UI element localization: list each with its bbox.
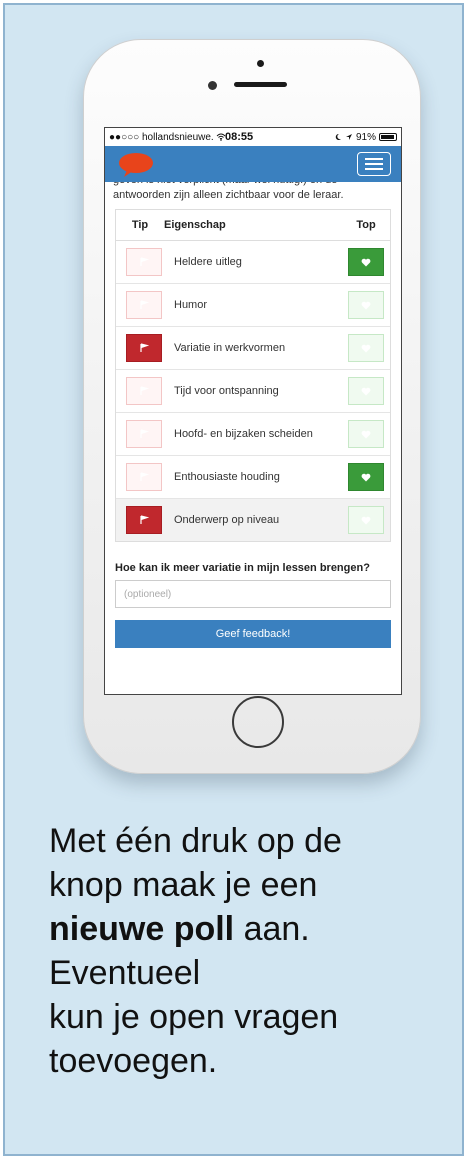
home-button[interactable] xyxy=(232,696,284,748)
flag-icon xyxy=(140,257,149,266)
carrier-label: ●●○○○ hollandsnieuwe. xyxy=(109,131,214,143)
header-tip: Tip xyxy=(131,219,149,231)
heart-icon xyxy=(361,258,371,266)
heart-icon xyxy=(361,301,371,309)
header-eigenschap: Eigenschap xyxy=(164,219,226,231)
caption-line: nieuwe poll aan. xyxy=(49,907,459,951)
property-label: Humor xyxy=(174,299,208,311)
flag-icon xyxy=(140,343,149,352)
open-answer-input[interactable]: (optioneel) xyxy=(115,580,391,608)
property-label: Enthousiaste houding xyxy=(174,471,280,483)
location-icon xyxy=(345,134,352,140)
property-label: Variatie in werkvormen xyxy=(174,342,286,354)
top-button[interactable] xyxy=(348,420,384,448)
caption-text: Met één druk op de knop maak je een nieu… xyxy=(49,819,459,1083)
caption-line: Met één druk op de xyxy=(49,822,342,860)
flag-icon xyxy=(140,429,149,438)
table-header: Tip Eigenschap Top xyxy=(116,210,390,241)
top-button[interactable] xyxy=(348,377,384,405)
hamburger-menu-icon[interactable] xyxy=(357,152,391,176)
caption-line: Eventueel xyxy=(49,954,201,992)
header-top: Top xyxy=(356,219,376,231)
table-row: Enthousiaste houding xyxy=(116,456,390,499)
phone-frame: ●●○○○ hollandsnieuwe. 08:55 91% antwoord… xyxy=(83,39,421,774)
property-label: Heldere uitleg xyxy=(174,256,242,268)
earpiece-speaker xyxy=(234,82,287,87)
top-button[interactable] xyxy=(348,291,384,319)
caption-tail: aan. xyxy=(234,910,310,948)
moon-icon xyxy=(335,133,341,140)
top-button[interactable] xyxy=(348,334,384,362)
input-placeholder: (optioneel) xyxy=(124,588,172,600)
front-sensor xyxy=(257,60,264,67)
flag-icon xyxy=(140,472,149,481)
tip-button[interactable] xyxy=(126,291,162,319)
table-row: Tijd voor ontspanning xyxy=(116,370,390,413)
property-label: Onderwerp op niveau xyxy=(174,514,280,526)
top-navbar xyxy=(105,146,401,182)
phone-screen: ●●○○○ hollandsnieuwe. 08:55 91% antwoord… xyxy=(104,127,402,695)
feedback-table: Tip Eigenschap Top Heldere uitleg Humor xyxy=(115,209,391,542)
submit-feedback-button[interactable]: Geef feedback! xyxy=(115,620,391,648)
table-row: Onderwerp op niveau xyxy=(116,499,390,541)
clock: 08:55 xyxy=(225,131,254,143)
heart-icon xyxy=(361,430,371,438)
tip-button[interactable] xyxy=(126,334,162,362)
flag-icon xyxy=(140,386,149,395)
heart-icon xyxy=(361,387,371,395)
heart-icon xyxy=(361,516,371,524)
top-button[interactable] xyxy=(348,463,384,491)
flag-icon xyxy=(140,300,149,309)
flag-icon xyxy=(140,515,149,524)
property-label: Hoofd- en bijzaken scheiden xyxy=(174,428,313,440)
battery-icon xyxy=(379,133,397,141)
tip-button[interactable] xyxy=(126,377,162,405)
heart-icon xyxy=(361,473,371,481)
caption-line: kun je open vragen xyxy=(49,998,339,1036)
open-question-label: Hoe kan ik meer variatie in mijn lessen … xyxy=(115,562,370,574)
table-row: Hoofd- en bijzaken scheiden xyxy=(116,413,390,456)
top-button[interactable] xyxy=(348,506,384,534)
caption-line: knop maak je een xyxy=(49,866,318,904)
table-row: Humor xyxy=(116,284,390,327)
caption-emphasis: nieuwe poll xyxy=(49,910,235,948)
top-button[interactable] xyxy=(348,248,384,276)
status-bar: ●●○○○ hollandsnieuwe. 08:55 91% xyxy=(105,128,401,146)
tip-button[interactable] xyxy=(126,463,162,491)
table-row: Heldere uitleg xyxy=(116,241,390,284)
promo-card: ●●○○○ hollandsnieuwe. 08:55 91% antwoord… xyxy=(3,3,464,1156)
table-row: Variatie in werkvormen xyxy=(116,327,390,370)
tip-button[interactable] xyxy=(126,420,162,448)
property-label: Tijd voor ontspanning xyxy=(174,385,279,397)
tip-button[interactable] xyxy=(126,248,162,276)
caption-line: toevoegen. xyxy=(49,1042,218,1080)
chat-bubble-logo-icon[interactable] xyxy=(117,152,155,178)
front-camera xyxy=(208,81,217,90)
battery-percent: 91% xyxy=(355,131,376,143)
heart-icon xyxy=(361,344,371,352)
tip-button[interactable] xyxy=(126,506,162,534)
